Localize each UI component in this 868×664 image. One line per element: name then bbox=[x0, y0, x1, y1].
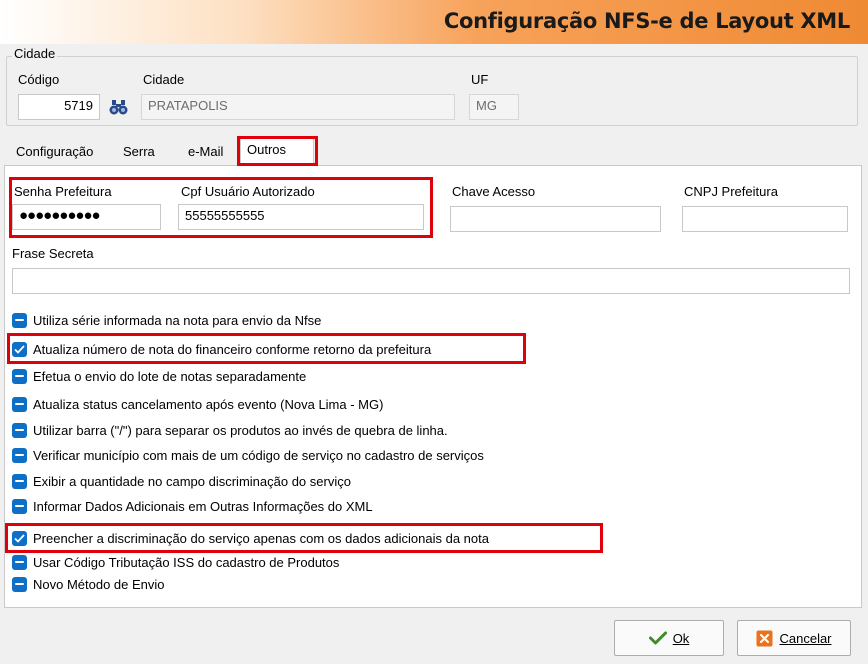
option-label: Novo Método de Envio bbox=[33, 576, 165, 592]
tab-configuracao[interactable]: Configuração bbox=[10, 141, 99, 165]
option-dados-adicionais[interactable]: Informar Dados Adicionais em Outras Info… bbox=[12, 497, 373, 515]
option-utilizar-barra[interactable]: Utilizar barra ("/") para separar os pro… bbox=[12, 421, 448, 439]
checkbox-indeterminate[interactable] bbox=[12, 422, 27, 438]
checkbox-indeterminate[interactable] bbox=[12, 498, 27, 514]
checkbox-indeterminate[interactable] bbox=[12, 576, 27, 592]
cnpj-prefeitura-label: CNPJ Prefeitura bbox=[684, 184, 778, 199]
option-label: Efetua o envio do lote de notas separada… bbox=[33, 368, 307, 384]
option-label: Atualiza status cancelamento após evento… bbox=[33, 396, 384, 412]
codigo-input[interactable]: 5719 bbox=[18, 94, 100, 120]
option-envio-lote[interactable]: Efetua o envio do lote de notas separada… bbox=[12, 367, 306, 385]
option-preencher-highlight bbox=[5, 523, 603, 553]
uf-label: UF bbox=[471, 72, 489, 87]
tab-serra[interactable]: Serra bbox=[117, 141, 161, 165]
option-label: Utilizar barra ("/") para separar os pro… bbox=[33, 422, 448, 438]
window-title: Configuração NFS-e de Layout XML bbox=[443, 9, 850, 33]
credentials-highlight bbox=[9, 177, 433, 238]
frase-secreta-input[interactable] bbox=[12, 268, 850, 294]
cancel-button-label: Cancelar bbox=[779, 630, 832, 646]
option-status-cancelamento[interactable]: Atualiza status cancelamento após evento… bbox=[12, 395, 383, 413]
cidade-group-legend: Cidade bbox=[12, 46, 58, 61]
checkbox-indeterminate[interactable] bbox=[12, 554, 27, 570]
checkbox-indeterminate[interactable] bbox=[12, 396, 27, 412]
option-utiliza-serie[interactable]: Utiliza série informada na nota para env… bbox=[12, 311, 321, 329]
cancel-button[interactable]: Cancelar bbox=[737, 620, 851, 656]
cnpj-prefeitura-input[interactable] bbox=[682, 206, 848, 232]
chave-acesso-input[interactable] bbox=[450, 206, 661, 232]
option-label: Utiliza série informada na nota para env… bbox=[33, 312, 322, 328]
close-icon bbox=[756, 630, 773, 647]
tab-email[interactable]: e-Mail bbox=[182, 141, 229, 165]
cidade-label: Cidade bbox=[143, 72, 185, 87]
cidade-field: PRATAPOLIS bbox=[141, 94, 455, 120]
ok-button-label: Ok bbox=[672, 630, 690, 646]
binoculars-icon[interactable] bbox=[108, 97, 130, 117]
title-bar: Configuração NFS-e de Layout XML bbox=[0, 0, 868, 44]
option-atualiza-highlight bbox=[7, 333, 526, 364]
option-verificar-municipio[interactable]: Verificar município com mais de um códig… bbox=[12, 446, 484, 464]
option-codigo-tributacao[interactable]: Usar Código Tributação ISS do cadastro d… bbox=[12, 553, 339, 571]
tab-outros-highlight bbox=[237, 136, 318, 166]
uf-field: MG bbox=[469, 94, 519, 120]
codigo-label: Código bbox=[18, 72, 60, 87]
check-icon bbox=[648, 631, 667, 645]
option-label: Informar Dados Adicionais em Outras Info… bbox=[33, 498, 373, 514]
option-label: Usar Código Tributação ISS do cadastro d… bbox=[33, 554, 340, 570]
checkbox-indeterminate[interactable] bbox=[12, 447, 27, 463]
option-novo-metodo-envio[interactable]: Novo Método de Envio bbox=[12, 575, 165, 593]
checkbox-indeterminate[interactable] bbox=[12, 312, 27, 328]
chave-acesso-label: Chave Acesso bbox=[452, 184, 536, 199]
ok-button[interactable]: Ok bbox=[614, 620, 724, 656]
option-label: Verificar município com mais de um códig… bbox=[33, 447, 484, 463]
checkbox-indeterminate[interactable] bbox=[12, 368, 27, 384]
option-label: Exibir a quantidade no campo discriminaç… bbox=[33, 473, 351, 489]
option-exibir-quantidade[interactable]: Exibir a quantidade no campo discriminaç… bbox=[12, 472, 351, 490]
checkbox-indeterminate[interactable] bbox=[12, 473, 27, 489]
frase-secreta-label: Frase Secreta bbox=[12, 246, 94, 261]
